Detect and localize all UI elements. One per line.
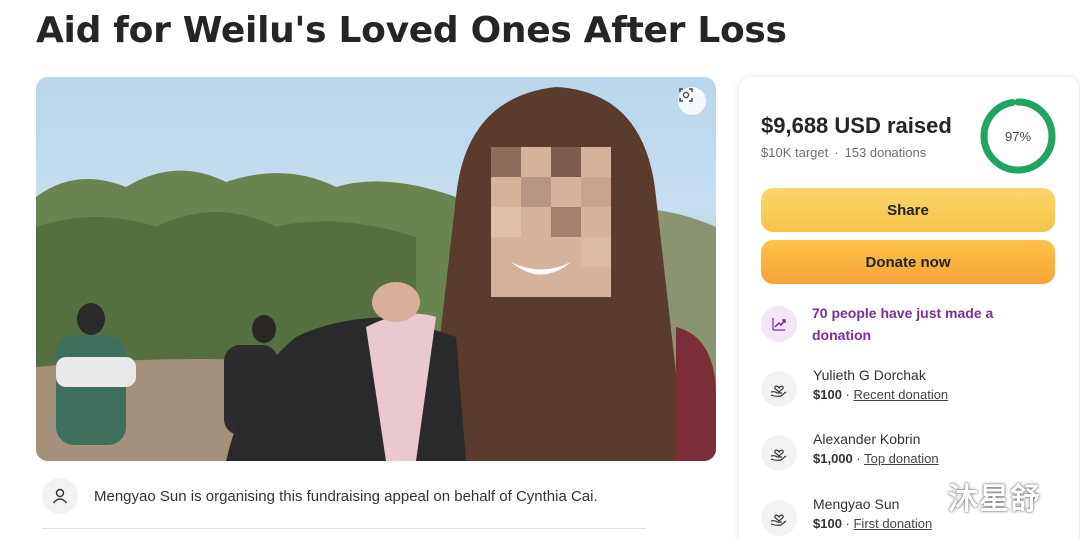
photo-scene [36,87,716,461]
heart-hand-icon [761,435,797,471]
target-and-count: $10K target · 153 donations [761,145,926,160]
separator-dot: · [834,145,839,160]
donor-meta: $100 · First donation [813,516,933,531]
donor-tag-link[interactable]: Recent donation [853,387,948,402]
heart-hand-icon [761,500,797,536]
progress-percent: 97% [1004,128,1032,144]
page-title: Aid for Weilu's Loved Ones After Loss [36,10,787,51]
donor-amount: $1,000 [813,451,853,466]
heart-hand-icon [761,371,797,407]
donate-now-button[interactable]: Donate now [761,240,1055,284]
donor-item: Alexander Kobrin $1,000 · Top donation [761,431,1055,477]
donor-tag-link[interactable]: Top donation [864,451,938,466]
activity-text: 70 people have just made a donation [812,305,994,343]
donor-meta: $100 · Recent donation [813,387,949,402]
trending-up-icon [761,306,797,342]
divider [42,528,646,529]
recent-activity: 70 people have just made a donation [761,302,1055,346]
donation-count: 153 donations [844,145,927,160]
organiser-text: Mengyao Sun is organising this fundraisi… [94,487,598,505]
donor-meta: $1,000 · Top donation [813,451,939,466]
donor-name: Yulieth G Dorchak [813,367,926,383]
share-button[interactable]: Share [761,188,1055,232]
donor-tag-link[interactable]: First donation [853,516,932,531]
donation-panel: $9,688 USD raised $10K target · 153 donati… [739,77,1079,539]
organiser-row: Mengyao Sun is organising this fundraisi… [42,476,646,516]
donor-amount: $100 [813,516,842,531]
donor-item: Yulieth G Dorchak $100 · Recent donation [761,367,1055,413]
donor-name: Mengyao Sun [813,496,900,512]
donor-name: Alexander Kobrin [813,431,921,447]
expand-icon [679,88,693,102]
campaign-photo[interactable] [36,77,716,461]
donor-amount: $100 [813,387,842,402]
watermark-text: 沐星舒 [948,482,1041,517]
user-icon [42,478,78,514]
target-text: $10K target [761,145,829,160]
amount-raised: $9,688 USD raised [761,113,952,138]
expand-photo-button[interactable] [678,87,706,115]
